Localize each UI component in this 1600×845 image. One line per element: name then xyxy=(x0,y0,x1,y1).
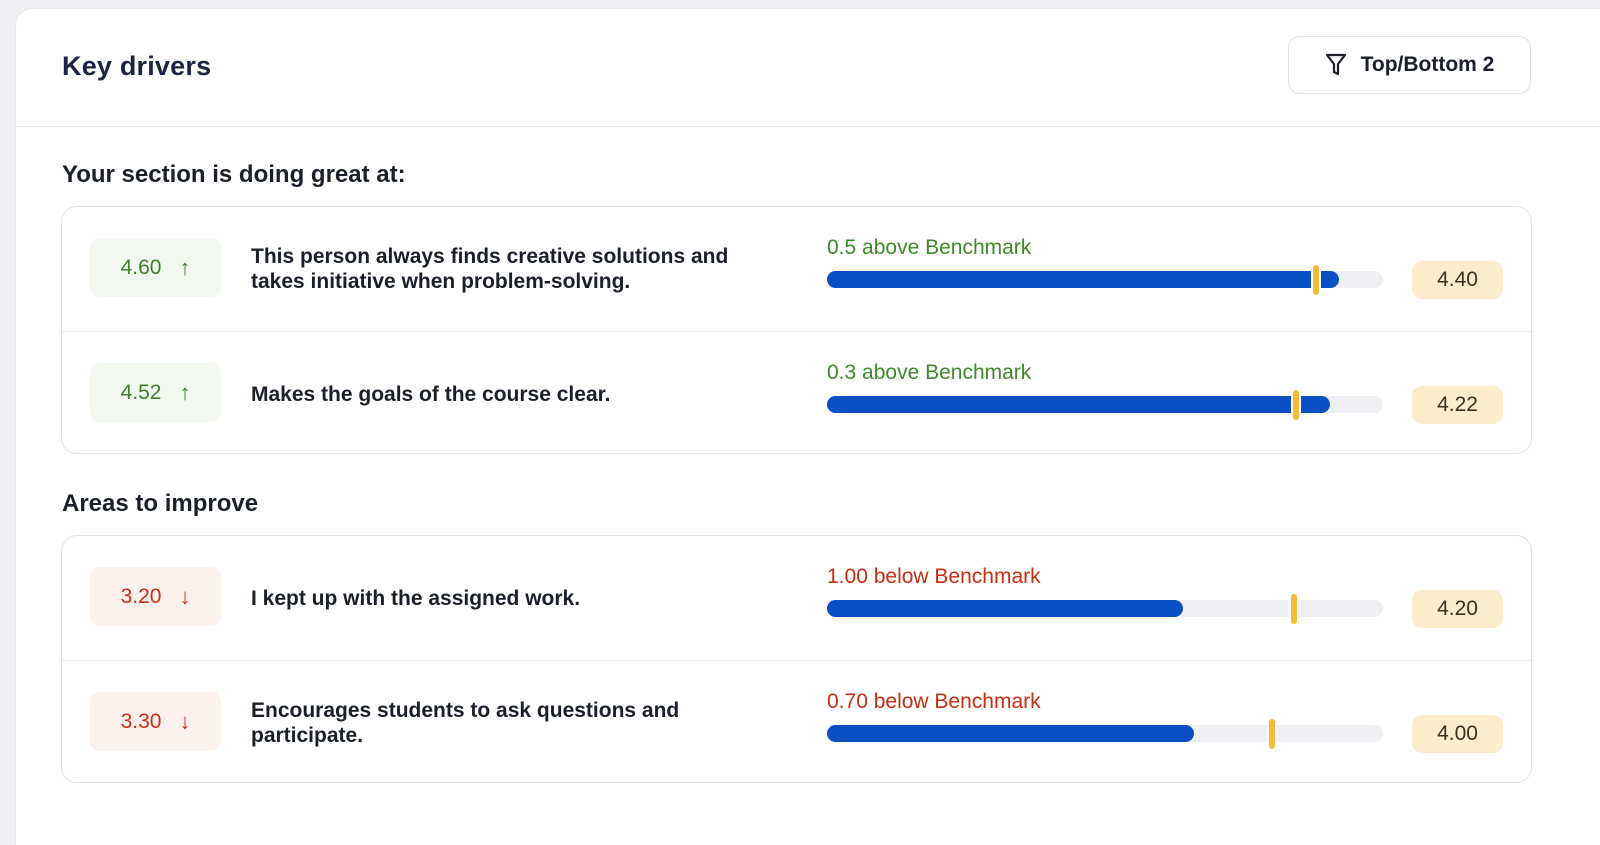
benchmark-delta: 0.70 below Benchmark xyxy=(827,690,1041,713)
arrow-down-icon: ↓ xyxy=(179,708,191,734)
driver-row: 4.52 ↑ Makes the goals of the course cle… xyxy=(62,331,1531,453)
benchmark-delta: 1.00 below Benchmark xyxy=(827,565,1041,588)
score-bar xyxy=(827,390,1383,420)
score-bar-fill xyxy=(827,271,1339,288)
benchmark-marker xyxy=(1291,594,1298,624)
score-bar-fill xyxy=(827,396,1330,413)
score-value: 3.30 xyxy=(120,709,162,733)
driver-row: 3.20 ↓ I kept up with the assigned work.… xyxy=(62,536,1531,660)
score-badge: 4.60 ↑ xyxy=(90,238,221,297)
filter-icon xyxy=(1325,53,1347,77)
improvements-list: 3.20 ↓ I kept up with the assigned work.… xyxy=(61,535,1532,783)
arrow-up-icon: ↑ xyxy=(179,254,191,280)
key-drivers-card: Key drivers Top/Bottom 2 Your section is… xyxy=(16,9,1600,845)
driver-row: 3.30 ↓ Encourages students to ask questi… xyxy=(62,660,1531,782)
score-value: 4.60 xyxy=(120,255,162,279)
arrow-up-icon: ↑ xyxy=(179,379,191,405)
strengths-section-title: Your section is doing great at: xyxy=(62,161,406,188)
improvements-section-title: Areas to improve xyxy=(62,490,259,517)
score-value: 4.52 xyxy=(120,380,162,404)
score-bar xyxy=(827,265,1383,295)
card-title: Key drivers xyxy=(62,51,212,81)
benchmark-marker xyxy=(1313,265,1320,295)
score-badge: 4.52 ↑ xyxy=(90,363,221,422)
score-bar xyxy=(827,594,1383,624)
score-badge: 3.20 ↓ xyxy=(90,567,221,626)
filter-button-label: Top/Bottom 2 xyxy=(1360,53,1495,76)
score-badge: 3.30 ↓ xyxy=(90,692,221,751)
score-bar-fill xyxy=(827,725,1194,742)
driver-row: 4.60 ↑ This person always finds creative… xyxy=(62,207,1531,331)
benchmark-delta: 0.5 above Benchmark xyxy=(827,236,1032,259)
driver-statement: Makes the goals of the course clear. xyxy=(251,382,611,406)
benchmark-value: 4.40 xyxy=(1412,261,1503,299)
arrow-down-icon: ↓ xyxy=(179,583,191,609)
card-header: Key drivers Top/Bottom 2 xyxy=(16,9,1600,127)
benchmark-value: 4.22 xyxy=(1412,386,1503,424)
score-bar xyxy=(827,719,1383,749)
benchmark-marker xyxy=(1268,719,1275,749)
benchmark-delta: 0.3 above Benchmark xyxy=(827,361,1032,384)
driver-statement: Encourages students to ask questions and… xyxy=(251,699,680,747)
benchmark-marker xyxy=(1293,390,1300,420)
driver-statement: I kept up with the assigned work. xyxy=(251,586,581,610)
strengths-list: 4.60 ↑ This person always finds creative… xyxy=(61,206,1532,454)
score-value: 3.20 xyxy=(120,584,162,608)
benchmark-value: 4.20 xyxy=(1412,590,1503,628)
driver-statement: This person always finds creative soluti… xyxy=(251,245,729,293)
benchmark-value: 4.00 xyxy=(1412,715,1503,753)
score-bar-fill xyxy=(827,600,1183,617)
top-bottom-filter-button[interactable]: Top/Bottom 2 xyxy=(1288,36,1531,94)
